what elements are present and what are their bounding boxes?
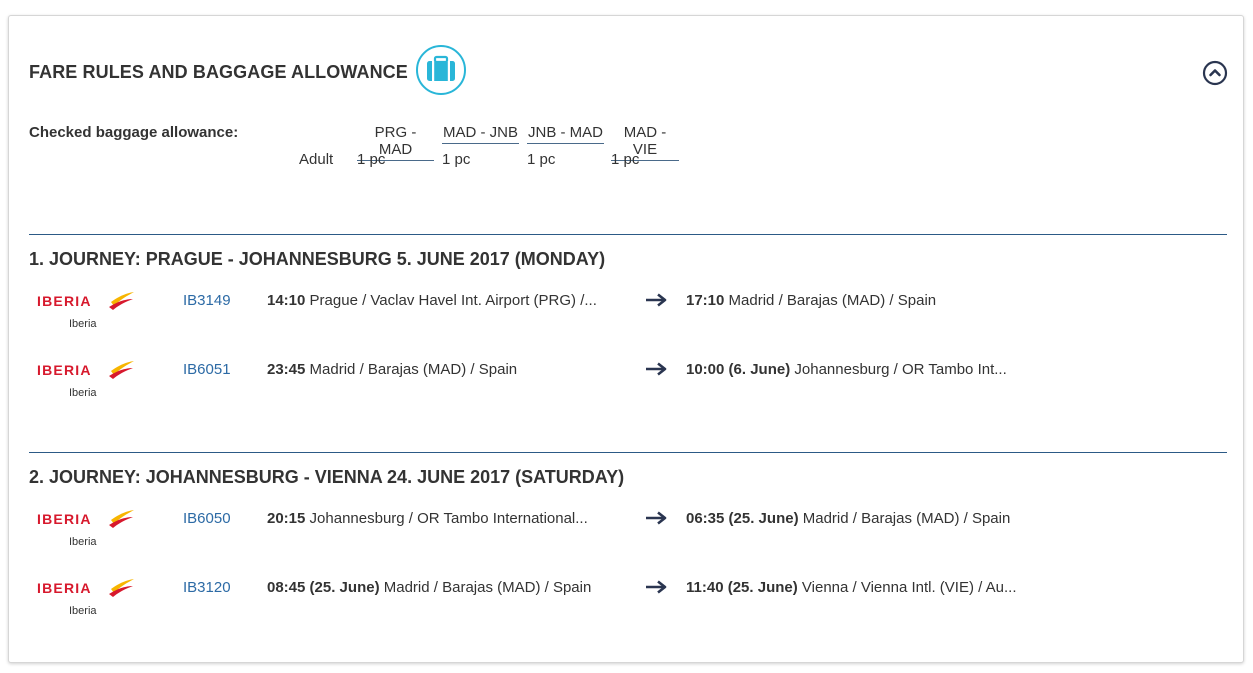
divider <box>29 452 1227 453</box>
baggage-allowance-label: Checked baggage allowance: <box>29 124 239 141</box>
departure-time: 08:45 <box>267 579 306 596</box>
panel-title: FARE RULES AND BAGGAGE ALLOWANCE <box>29 62 408 82</box>
passenger-type-label: Adult <box>299 151 334 168</box>
arrival: 06:35 (25. June) Madrid / Barajas (MAD) … <box>686 510 1010 527</box>
iberia-swoosh-icon <box>109 579 134 597</box>
departure-place: Prague / Vaclav Havel Int. Airport (PRG)… <box>309 292 597 309</box>
airline-logo-text: IBERIA <box>37 293 92 309</box>
segment-allowance-4: 1 pc <box>611 151 640 168</box>
fare-rules-panel: FARE RULES AND BAGGAGE ALLOWANCE Checked… <box>8 15 1244 663</box>
arrival-time: 06:35 <box>686 510 725 527</box>
departure-place: Madrid / Barajas (MAD) / Spain <box>383 579 592 596</box>
journey-title: 1. JOURNEY: PRAGUE - JOHANNESBURG 5. JUN… <box>29 249 606 269</box>
departure-date: (25. June) <box>309 579 380 596</box>
airline-name: Iberia <box>69 536 97 548</box>
departure-place: Madrid / Barajas (MAD) / Spain <box>309 361 518 378</box>
flight-row: IBERIA Iberia IB6050 20:15 Johannesburg … <box>9 510 1245 562</box>
journey-title: 2. JOURNEY: JOHANNESBURG - VIENNA 24. JU… <box>29 467 625 487</box>
departure-time: 20:15 <box>267 510 306 527</box>
airline-logo: IBERIA Iberia <box>37 510 137 552</box>
departure: 14:10 Prague / Vaclav Havel Int. Airport… <box>267 292 597 309</box>
arrival: 11:40 (25. June) Vienna / Vienna Intl. (… <box>686 579 1017 596</box>
flight-number-link[interactable]: IB6051 <box>183 361 231 378</box>
departure-time: 23:45 <box>267 361 306 378</box>
segment-allowance-1: 1 pc <box>357 151 386 168</box>
arrival-time: 10:00 <box>686 361 725 378</box>
airline-name: Iberia <box>69 318 97 330</box>
segment-allowance-3: 1 pc <box>527 151 556 168</box>
airline-logo: IBERIA Iberia <box>37 579 137 621</box>
arrival-date: (6. June) <box>728 361 791 378</box>
arrow-right-icon <box>646 293 667 307</box>
flight-number-link[interactable]: IB3120 <box>183 579 231 596</box>
arrival: 17:10 Madrid / Barajas (MAD) / Spain <box>686 292 936 309</box>
departure: 23:45 Madrid / Barajas (MAD) / Spain <box>267 361 517 378</box>
collapse-button[interactable] <box>1202 60 1228 86</box>
arrow-right-icon <box>646 511 667 525</box>
arrival: 10:00 (6. June) Johannesburg / OR Tambo … <box>686 361 1007 378</box>
departure: 08:45 (25. June) Madrid / Barajas (MAD) … <box>267 579 591 596</box>
segment-route-2: MAD - JNB <box>442 124 519 144</box>
flight-number-link[interactable]: IB3149 <box>183 292 231 309</box>
departure: 20:15 Johannesburg / OR Tambo Internatio… <box>267 510 588 527</box>
flight-row: IBERIA Iberia IB6051 23:45 Madrid / Bara… <box>9 361 1245 413</box>
iberia-swoosh-icon <box>109 361 134 379</box>
arrival-place: Johannesburg / OR Tambo Int... <box>794 361 1007 378</box>
segment-route-3: JNB - MAD <box>527 124 604 144</box>
iberia-swoosh-icon <box>109 510 134 528</box>
segment-allowance-2: 1 pc <box>442 151 471 168</box>
flight-number-link[interactable]: IB6050 <box>183 510 231 527</box>
flight-row: IBERIA Iberia IB3120 08:45 (25. June) Ma… <box>9 579 1245 631</box>
arrival-place: Vienna / Vienna Intl. (VIE) / Au... <box>801 579 1017 596</box>
arrival-date: (25. June) <box>727 579 798 596</box>
airline-name: Iberia <box>69 387 97 399</box>
departure-place: Johannesburg / OR Tambo International... <box>309 510 588 527</box>
airline-logo: IBERIA Iberia <box>37 361 137 403</box>
airline-logo-text: IBERIA <box>37 511 92 527</box>
airline-logo-text: IBERIA <box>37 362 92 378</box>
iberia-swoosh-icon <box>109 292 134 310</box>
departure-time: 14:10 <box>267 292 306 309</box>
arrival-place: Madrid / Barajas (MAD) / Spain <box>802 510 1011 527</box>
arrival-time: 11:40 <box>686 579 724 596</box>
flight-row: IBERIA Iberia IB3149 14:10 Prague / Vacl… <box>9 292 1245 344</box>
airline-logo-text: IBERIA <box>37 580 92 596</box>
arrival-place: Madrid / Barajas (MAD) / Spain <box>728 292 937 309</box>
airline-logo: IBERIA Iberia <box>37 292 137 334</box>
arrow-right-icon <box>646 580 667 594</box>
suitcase-icon <box>416 45 466 95</box>
arrow-right-icon <box>646 362 667 376</box>
divider <box>29 234 1227 235</box>
arrival-time: 17:10 <box>686 292 725 309</box>
airline-name: Iberia <box>69 605 97 617</box>
arrival-date: (25. June) <box>728 510 799 527</box>
